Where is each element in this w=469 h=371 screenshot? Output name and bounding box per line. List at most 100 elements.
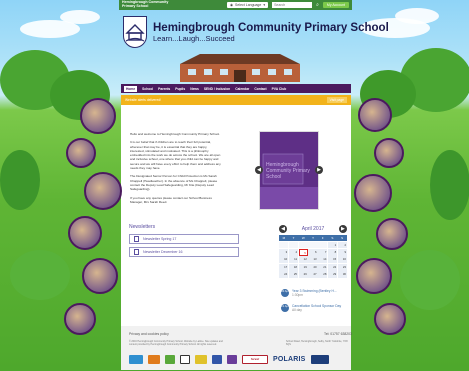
calendar-day[interactable]: 15 (327, 256, 338, 264)
calendar-day[interactable]: 2 (337, 241, 347, 249)
calendar-day-header: T (292, 236, 295, 240)
calendar-day[interactable]: 10 (279, 256, 289, 264)
calendar-day[interactable]: 30 (337, 271, 347, 278)
calendar-empty-cell (288, 241, 298, 249)
calendar-day[interactable]: 13 (308, 256, 318, 264)
calendar-empty-cell (318, 241, 328, 249)
nav-pupils[interactable]: Pupils (175, 87, 185, 91)
calendar-day[interactable]: 25 (288, 271, 298, 278)
alert-link-button[interactable]: Visit page (326, 97, 347, 103)
language-label: Select Language (235, 3, 262, 7)
main-navigation: Home School Parents Pupils News SEND / I… (121, 84, 351, 93)
calendar-day[interactable]: 8 (327, 248, 338, 256)
rights-respecting-logo[interactable] (195, 354, 207, 364)
calendar-day-header: S (341, 236, 344, 240)
tree (400, 250, 460, 310)
newsletter-link[interactable]: Newsletter December 16 (129, 247, 239, 257)
calendar-day[interactable]: 26 (298, 271, 308, 278)
calendar-day-header: W (301, 236, 305, 240)
welcome-paragraph: Hello and welcome to Hemingbrough Commun… (130, 132, 220, 136)
event-item[interactable]: 21 Apr Cancellation School Sponsor Day Al… (281, 304, 350, 312)
calendar-day[interactable]: 29 (327, 271, 338, 278)
calendar-next-icon[interactable]: ▶ (338, 224, 347, 233)
calendar-day[interactable]: 27 (308, 271, 318, 278)
calendar-day[interactable]: 28 (318, 271, 328, 278)
calendar-day-headers: MTWTFSS (279, 235, 347, 241)
language-select[interactable]: ◉ Select Language ▾ (226, 2, 269, 8)
eco-schools-logo[interactable] (165, 354, 175, 364)
calendar-day[interactable]: 4 (288, 248, 298, 256)
calendar-day[interactable]: 7 (318, 248, 328, 256)
tree (10, 250, 70, 300)
quality-mark-logo[interactable] (227, 354, 237, 364)
nav-send-inclusion[interactable]: SEND / Inclusion (204, 87, 230, 91)
sing-up-logo[interactable] (180, 354, 190, 364)
photo-circle (68, 216, 102, 250)
calendar-day[interactable]: 1 (327, 241, 338, 249)
calendar-day[interactable]: 20 (308, 263, 318, 271)
nav-news[interactable]: News (190, 87, 199, 91)
partner-logo[interactable] (310, 354, 329, 364)
alert-text: Website alerts delivered! (125, 98, 162, 102)
forest-school-logo[interactable]: forest (242, 354, 268, 364)
healthy-schools-logo[interactable] (129, 354, 143, 364)
photo-circle (84, 172, 122, 210)
nav-parents[interactable]: Parents (158, 87, 170, 91)
calendar-day[interactable]: 24 (279, 271, 289, 278)
search-input[interactable] (272, 2, 313, 8)
top-bar: Hemingbrough Community Primary School ◉ … (119, 0, 352, 10)
calendar-day[interactable]: 21 (318, 263, 328, 271)
nav-pva-club[interactable]: PVA Club (272, 87, 287, 91)
calendar-day[interactable]: 5 (298, 248, 308, 256)
slider-next-arrow-icon[interactable]: ▶ (315, 166, 323, 174)
event-item[interactable]: 20 Apr Year 3 Swimming (Bentley H... 1:30… (281, 289, 350, 297)
my-account-button[interactable]: My Account (322, 2, 349, 8)
calendar-prev-icon[interactable]: ◀ (279, 224, 287, 233)
tree (0, 150, 40, 210)
calendar-day-header: F (321, 236, 324, 240)
calendar-day[interactable]: 16 (337, 256, 347, 264)
photo-circle (356, 258, 392, 294)
photo-circle (354, 174, 392, 212)
site-title: Hemingbrough Community Primary School (153, 21, 389, 34)
nav-contact[interactable]: Contact (254, 87, 266, 91)
document-icon (134, 236, 139, 242)
welcome-text: Hello and welcome to Hemingbrough Commun… (130, 132, 222, 208)
school-crest-logo[interactable] (123, 16, 147, 48)
privacy-link[interactable]: Privacy and cookies policy (129, 332, 169, 336)
calendar-day[interactable]: 12 (298, 256, 308, 264)
footer-phone: Tel: 01757 638203 (324, 332, 352, 336)
artsmark-logo[interactable] (148, 354, 160, 364)
newsletter-link[interactable]: Newsletter Spring 17 (129, 234, 239, 244)
calendar-day[interactable]: 6 (308, 248, 318, 256)
cloud (395, 8, 439, 24)
search-icon[interactable]: ⌕ (316, 2, 319, 8)
site-header: Hemingbrough Community Primary School Le… (119, 12, 389, 52)
nav-school[interactable]: School (142, 87, 153, 91)
calendar-day[interactable]: 3 (279, 248, 289, 256)
nav-calendar[interactable]: Calendar (235, 87, 249, 91)
calendar-day[interactable]: 18 (288, 263, 298, 271)
calendar-day[interactable]: 19 (298, 263, 308, 271)
photo-circle (374, 138, 404, 168)
award-logos: forest POLARIS (129, 353, 351, 365)
globe-icon: ◉ (229, 3, 234, 7)
calendar-day[interactable]: 22 (327, 263, 338, 271)
welcome-paragraph: If you have any queries please contact o… (130, 195, 212, 204)
document-icon (134, 249, 139, 255)
calendar-day[interactable]: 14 (318, 256, 328, 264)
photo-circle (358, 98, 392, 132)
nav-home[interactable]: Home (124, 85, 138, 92)
quality-mark-logo[interactable] (212, 354, 222, 364)
calendar-day[interactable]: 17 (279, 263, 289, 271)
photo-circle (80, 98, 116, 134)
calendar-day-header: S (331, 236, 334, 240)
calendar-day[interactable]: 23 (337, 263, 347, 271)
polaris-logo[interactable]: POLARIS (273, 356, 306, 363)
footer-copyright: © 2016 Hemingbrough Community Primary Sc… (129, 340, 223, 347)
top-school-name: Hemingbrough Community Primary School (122, 0, 169, 8)
calendar-day[interactable]: 11 (288, 256, 298, 264)
calendar-day[interactable]: 9 (337, 248, 347, 256)
slider-prev-arrow-icon[interactable]: ◀ (255, 166, 263, 174)
event-date-badge: 20 Apr (281, 289, 289, 297)
